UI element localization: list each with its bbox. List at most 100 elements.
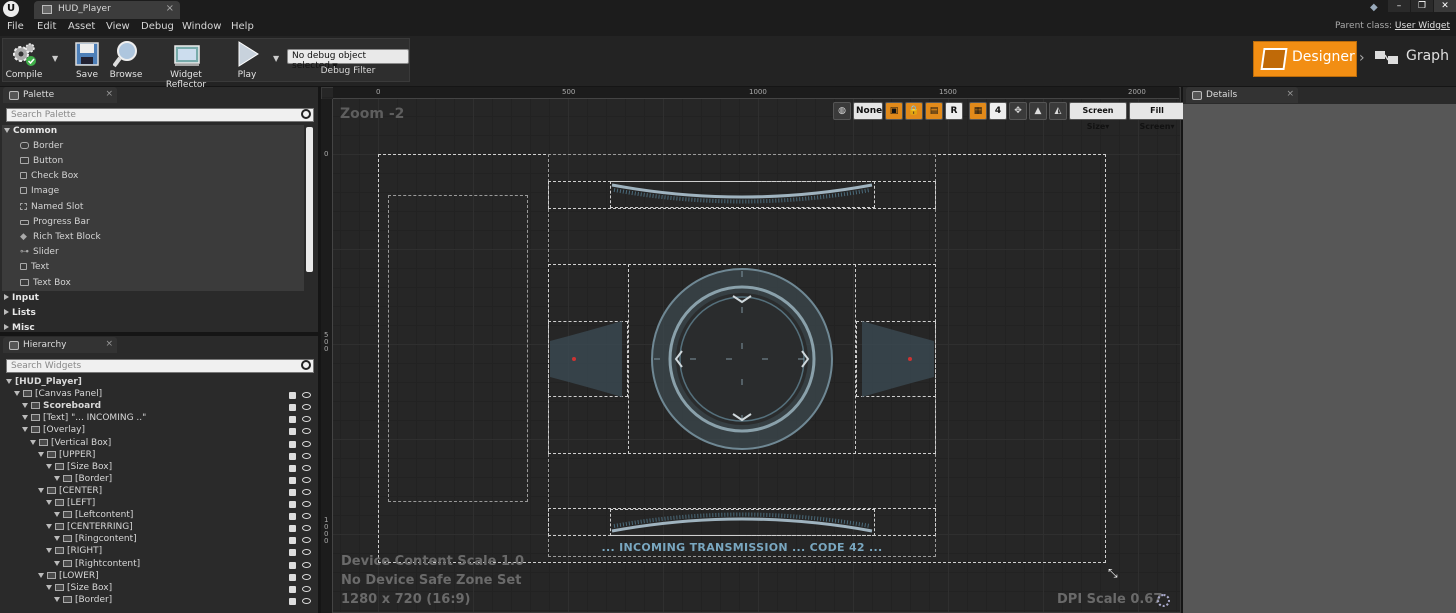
palette-item-button[interactable]: Button: [20, 156, 63, 171]
minimize-button[interactable]: –: [1388, 0, 1410, 12]
menu-help[interactable]: Help: [231, 21, 254, 32]
visibility-eye-icon[interactable]: [302, 501, 311, 507]
hierarchy-row[interactable]: [HUD_Player]: [6, 377, 82, 389]
close-palette-icon[interactable]: ×: [105, 89, 113, 99]
debug-object-select[interactable]: No debug object selected ▼: [287, 49, 409, 71]
visibility-eye-icon[interactable]: [302, 464, 311, 471]
hierarchy-row[interactable]: [Text] "... INCOMING ..": [22, 413, 146, 425]
transform-icon[interactable]: ✥: [1009, 102, 1027, 120]
resize-handle-icon[interactable]: ⤡: [1108, 566, 1118, 581]
screen-size-select[interactable]: Screen Size▾: [1069, 102, 1127, 131]
lock-icon[interactable]: [289, 585, 296, 593]
menu-asset[interactable]: Asset: [68, 21, 95, 32]
lock-icon[interactable]: [289, 392, 296, 400]
menu-edit[interactable]: Edit: [37, 21, 56, 32]
palette-search-input[interactable]: Search Palette: [6, 108, 314, 122]
designer-mode-button[interactable]: Designer: [1253, 41, 1357, 77]
palette-item-text-box[interactable]: Text Box: [20, 278, 71, 293]
menu-file[interactable]: File: [7, 21, 24, 32]
palette-item-named-slot[interactable]: Named Slot: [20, 202, 83, 217]
lock-icon[interactable]: [289, 404, 296, 412]
hierarchy-row[interactable]: [Vertical Box]: [30, 438, 111, 450]
hierarchy-row[interactable]: [Border]: [54, 474, 112, 486]
maximize-button[interactable]: ❐: [1411, 0, 1433, 12]
lock-icon[interactable]: [289, 464, 296, 472]
lock-icon[interactable]: [289, 416, 296, 424]
palette-category-lists[interactable]: Lists: [4, 308, 36, 323]
expand-arrow-icon[interactable]: [38, 487, 44, 493]
expand-arrow-icon[interactable]: [46, 548, 52, 554]
expand-arrow-icon[interactable]: [6, 379, 12, 384]
hierarchy-row[interactable]: [LEFT]: [46, 498, 95, 510]
document-tab[interactable]: HUD_Player ×: [34, 1, 180, 19]
unreal-logo-icon[interactable]: U: [3, 1, 19, 17]
visibility-eye-icon[interactable]: [302, 476, 311, 483]
expand-arrow-icon[interactable]: [46, 524, 52, 530]
visibility-eye-icon[interactable]: [302, 573, 311, 580]
expand-arrow-icon[interactable]: [38, 451, 44, 457]
hierarchy-row[interactable]: [Size Box]: [46, 462, 112, 474]
expand-arrow-icon[interactable]: [38, 572, 44, 578]
expand-arrow-icon[interactable]: [22, 403, 28, 409]
play-button[interactable]: Play: [230, 38, 264, 82]
expand-arrow-icon[interactable]: [54, 596, 60, 602]
lock-icon[interactable]: [289, 452, 296, 460]
grid-size-value[interactable]: 4: [989, 102, 1007, 120]
transform-mode-icon[interactable]: ▤: [925, 102, 943, 120]
palette-item-slider[interactable]: ⊶ Slider: [20, 247, 59, 262]
lock-icon[interactable]: [289, 573, 296, 581]
palette-item-border[interactable]: Border: [20, 141, 63, 156]
render-mode-r-button[interactable]: R: [945, 102, 963, 120]
lock-icon[interactable]: [289, 488, 296, 496]
compile-options-arrow-icon[interactable]: ▼: [52, 54, 58, 63]
lock-icon[interactable]: [289, 525, 296, 533]
expand-arrow-icon[interactable]: [30, 439, 36, 445]
lock-icon[interactable]: [289, 440, 296, 448]
flow-direction-select[interactable]: None: [853, 102, 883, 120]
hierarchy-row[interactable]: [UPPER]: [38, 450, 95, 462]
hierarchy-row[interactable]: Scoreboard: [22, 401, 101, 413]
close-tab-icon[interactable]: ×: [166, 3, 174, 14]
palette-item-text[interactable]: Text: [20, 262, 49, 277]
expand-arrow-icon[interactable]: [22, 427, 28, 433]
palette-item-progress-bar[interactable]: Progress Bar: [20, 217, 90, 232]
palette-scrollbar[interactable]: [306, 127, 313, 272]
widget-reflector-button[interactable]: Widget Reflector: [151, 38, 221, 90]
hierarchy-row[interactable]: [Leftcontent]: [54, 510, 133, 522]
hierarchy-row[interactable]: [Canvas Panel]: [14, 389, 102, 401]
lock-icon[interactable]: [289, 476, 296, 484]
hierarchy-row[interactable]: [Overlay]: [22, 425, 85, 437]
visibility-eye-icon[interactable]: [302, 585, 311, 592]
close-window-button[interactable]: ✕: [1434, 0, 1456, 12]
hierarchy-tab[interactable]: Hierarchy ×: [3, 337, 117, 353]
scoreboard-outline[interactable]: [388, 195, 528, 502]
expand-arrow-icon[interactable]: [54, 512, 60, 518]
hierarchy-row[interactable]: [Rightcontent]: [54, 559, 140, 571]
hierarchy-row[interactable]: [CENTER]: [38, 486, 102, 498]
play-options-arrow-icon[interactable]: ▼: [273, 54, 279, 63]
visibility-eye-icon[interactable]: [302, 488, 311, 495]
graph-mode-button[interactable]: Graph: [1372, 41, 1452, 77]
lock-icon[interactable]: [289, 561, 296, 569]
expand-arrow-icon[interactable]: [54, 560, 60, 566]
image-preview-icon[interactable]: ▲: [1029, 102, 1047, 120]
expand-arrow-icon[interactable]: [22, 415, 28, 421]
menu-debug[interactable]: Debug: [141, 21, 174, 32]
palette-category-common[interactable]: Common: [4, 126, 57, 141]
expand-arrow-icon[interactable]: [46, 500, 52, 505]
menu-window[interactable]: Window: [182, 21, 221, 32]
save-button[interactable]: Save: [72, 38, 102, 82]
incoming-transmission-text[interactable]: ... INCOMING TRANSMISSION ... CODE 42 ..…: [548, 541, 936, 554]
hierarchy-row[interactable]: [LOWER]: [38, 571, 99, 583]
lock-icon[interactable]: [289, 513, 296, 521]
menu-view[interactable]: View: [106, 21, 130, 32]
expand-arrow-icon[interactable]: [54, 475, 60, 481]
expand-arrow-icon[interactable]: [54, 536, 60, 542]
mirror-icon[interactable]: ◭: [1049, 102, 1067, 120]
visibility-eye-icon[interactable]: [302, 561, 311, 568]
fill-screen-select[interactable]: Fill Screen▾: [1129, 102, 1185, 131]
details-tab[interactable]: Details ×: [1186, 87, 1298, 103]
respect-locks-icon[interactable]: ▣: [885, 102, 903, 120]
compile-button[interactable]: Compile: [4, 38, 44, 82]
hierarchy-search-input[interactable]: Search Widgets: [6, 359, 314, 373]
